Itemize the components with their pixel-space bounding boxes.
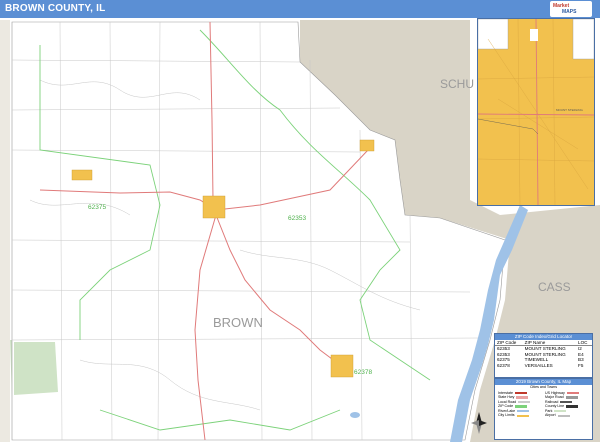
map-key-swatch [514, 391, 527, 395]
map-key-swatch [515, 405, 528, 408]
map-key-swatch [566, 405, 579, 408]
map-key-swatch [565, 396, 578, 399]
map-key-swatch [557, 414, 570, 418]
map-key-swatch [566, 391, 579, 395]
neighbor-label-cass: CASS [538, 280, 571, 294]
neighbor-label-schuyler: SCHU [440, 77, 474, 91]
county-label: BROWN [213, 315, 263, 330]
map-key-label: City Limits [498, 413, 515, 418]
map-key-label: Airport [545, 413, 556, 418]
zip-cell: F5 [578, 362, 584, 368]
map-key-swatch [554, 409, 567, 413]
table-row: 62378 VERSAILLES F5 [495, 363, 592, 368]
inset-town-label: MOUNT STERLING [556, 108, 583, 112]
map-key-swatch [516, 414, 529, 418]
map-title: BROWN COUNTY, IL [5, 3, 106, 14]
map-key-swatch [516, 396, 529, 399]
map-key-items: Interstate US Highway State Hwy Major Road L… [495, 390, 592, 420]
park-area-2 [14, 342, 58, 395]
zip-cell: 62378 [497, 362, 510, 368]
zip-cell: VERSAILLES [524, 362, 553, 368]
small-lake [350, 412, 360, 418]
zip-label-62378: 62378 [354, 369, 372, 376]
inset-map-graphic: MOUNT STERLING [478, 19, 594, 205]
map-key-item: Airport [545, 413, 589, 418]
zip-label-62353: 62353 [288, 215, 306, 222]
zip-code-legend: ZIP Code Index/Grid Locator ZIP Code ZIP… [494, 333, 593, 378]
logo-text-bottom: MAPS [562, 9, 577, 15]
zip-table: ZIP Code ZIP Name LOC 62353 MOUNT STERLI… [495, 340, 592, 368]
town-ripley [359, 139, 375, 152]
title-bar: BROWN COUNTY, IL Market MAPS [0, 0, 600, 18]
town-timewell [71, 169, 93, 181]
inset-map[interactable]: MOUNT STERLING [477, 18, 595, 206]
map-key-swatch [560, 400, 573, 404]
zip-label-62375: 62375 [88, 204, 106, 211]
town-versailles [330, 354, 354, 378]
map-key-item: City Limits [498, 413, 542, 418]
map-key-legend: 2019 Brown County, IL Map Cities and Tow… [494, 378, 593, 440]
table-row: 62375 TIMEWELL B3 [495, 357, 592, 362]
table-row: 62353 MOUNT STERLING I2 [495, 346, 592, 352]
north-arrow-icon [471, 412, 487, 434]
map-key-swatch [518, 400, 531, 404]
brand-logo: Market MAPS [550, 1, 592, 17]
map-key-swatch [517, 409, 530, 413]
town-mount-sterling [202, 195, 226, 219]
zip-table-header: ZIP Code ZIP Name LOC [495, 340, 592, 347]
neighbor-county-west [0, 20, 10, 442]
